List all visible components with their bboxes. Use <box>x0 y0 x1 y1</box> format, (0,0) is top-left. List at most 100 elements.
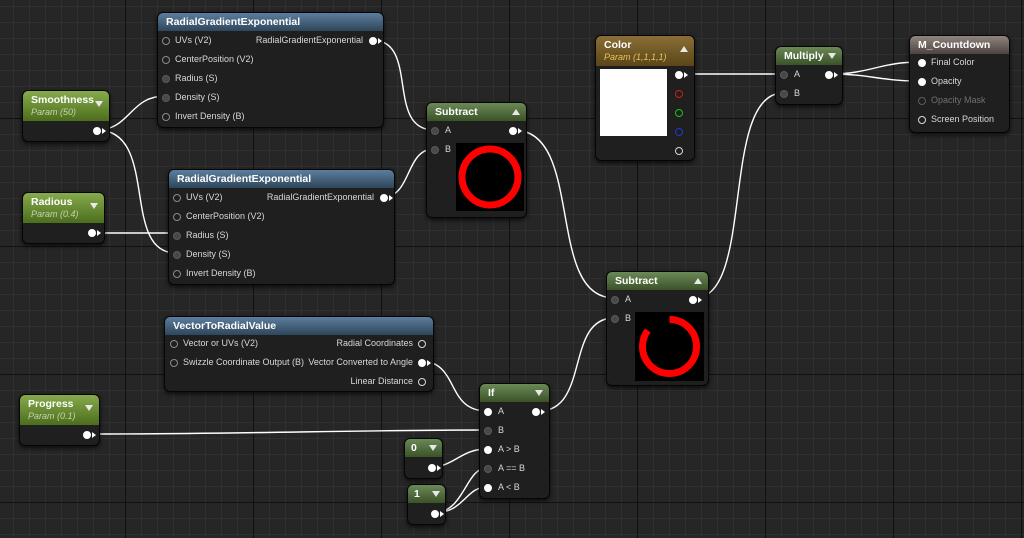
m-countdown-result-node[interactable]: M_Countdown Final Color Opacity Opacity … <box>909 35 1010 133</box>
collapse-arrow-icon[interactable] <box>512 109 520 115</box>
subtract-node-1[interactable]: Subtract A B <box>426 102 527 218</box>
collapse-arrow-icon[interactable] <box>680 46 688 52</box>
density-input-pin[interactable] <box>162 94 170 102</box>
pin-label-invert-density: Invert Density (B) <box>175 111 245 121</box>
wire-multiply-to-final-color <box>829 61 921 75</box>
color-param-node[interactable]: Color Param (1,1,1,1) <box>595 35 695 161</box>
node-title: VectorToRadialValue <box>165 317 433 335</box>
rge-top-node[interactable]: RadialGradientExponential UVs (V2) Cente… <box>157 12 384 128</box>
wire-smoothness-to-rge-mid-density <box>96 129 177 254</box>
b-input-pin[interactable] <box>484 427 492 435</box>
vector-uvs-input-pin[interactable] <box>170 340 178 348</box>
pin-label-b: B <box>794 88 801 98</box>
a-input-pin[interactable] <box>431 127 439 135</box>
constant-1-node[interactable]: 1 <box>407 484 446 525</box>
a-greater-b-input-pin[interactable] <box>484 446 492 454</box>
progress-param-node[interactable]: Progress Param (0.1) <box>19 394 100 446</box>
smoothness-param-node[interactable]: Smoothness Param (50) <box>22 90 110 142</box>
output-arrow-icon <box>427 360 431 366</box>
vector-to-radial-value-node[interactable]: VectorToRadialValue Vector or UVs (V2) S… <box>164 316 434 392</box>
vector-angle-output-pin[interactable] <box>418 359 426 367</box>
uvs-input-pin[interactable] <box>162 37 170 45</box>
output-pin[interactable] <box>369 37 377 45</box>
node-title: RadialGradientExponential <box>158 13 383 31</box>
rgb-output-pin[interactable] <box>675 71 683 79</box>
screen-position-input-pin[interactable] <box>918 116 926 124</box>
node-header: Radious Param (0.4) <box>23 193 104 223</box>
output-pin[interactable] <box>83 431 91 439</box>
pin-label-density: Density (S) <box>186 249 231 259</box>
a-input-pin[interactable] <box>780 71 788 79</box>
pin-label-vector-angle: Vector Converted to Angle <box>308 357 413 367</box>
output-pin[interactable] <box>93 127 101 135</box>
output-pin[interactable] <box>825 71 833 79</box>
rge-mid-node[interactable]: RadialGradientExponential UVs (V2) Cente… <box>168 169 395 285</box>
node-title: 0 <box>411 442 417 454</box>
b-input-pin[interactable] <box>780 90 788 98</box>
a-input-pin[interactable] <box>484 408 492 416</box>
output-pin[interactable] <box>428 464 436 472</box>
node-title-bar: If <box>480 384 549 402</box>
final-color-input-pin[interactable] <box>918 59 926 67</box>
collapse-arrow-icon[interactable] <box>85 405 93 411</box>
invert-density-input-pin[interactable] <box>173 270 181 278</box>
centerposition-input-pin[interactable] <box>162 56 170 64</box>
node-title: Smoothness <box>31 94 95 106</box>
opacity-mask-input-pin[interactable] <box>918 97 926 105</box>
radious-param-node[interactable]: Radious Param (0.4) <box>22 192 105 244</box>
subtract-node-2[interactable]: Subtract A B <box>606 271 709 386</box>
node-title: Radious <box>31 196 73 208</box>
opacity-input-pin[interactable] <box>918 78 926 86</box>
radius-input-pin[interactable] <box>162 75 170 83</box>
uvs-input-pin[interactable] <box>173 194 181 202</box>
collapse-arrow-icon[interactable] <box>828 53 836 59</box>
b-input-pin[interactable] <box>611 315 619 323</box>
ring-preview <box>456 143 524 211</box>
output-pin[interactable] <box>431 510 439 518</box>
pin-label-uvs: UVs (V2) <box>175 35 212 45</box>
b-input-pin[interactable] <box>431 146 439 154</box>
a-input-pin[interactable] <box>611 296 619 304</box>
output-pin[interactable] <box>509 127 517 135</box>
collapse-arrow-icon[interactable] <box>535 390 543 396</box>
ring-preview-circle <box>458 145 522 209</box>
radial-coordinates-output-pin[interactable] <box>418 340 426 348</box>
output-pin[interactable] <box>88 229 96 237</box>
node-title-bar: Subtract <box>427 103 526 121</box>
a-equals-b-input-pin[interactable] <box>484 465 492 473</box>
centerposition-input-pin[interactable] <box>173 213 181 221</box>
output-pin[interactable] <box>532 408 540 416</box>
collapse-arrow-icon[interactable] <box>432 491 440 497</box>
constant-0-node[interactable]: 0 <box>404 438 443 479</box>
red-output-pin[interactable] <box>675 90 683 98</box>
output-arrow-icon <box>378 38 382 44</box>
node-title: M_Countdown <box>910 36 1009 54</box>
alpha-output-pin[interactable] <box>675 147 683 155</box>
pin-label-final-color: Final Color <box>931 57 975 67</box>
blue-output-pin[interactable] <box>675 128 683 136</box>
partial-ring-arc <box>639 316 700 377</box>
output-arrow-icon <box>92 432 96 438</box>
density-input-pin[interactable] <box>173 251 181 259</box>
color-swatch-preview <box>600 69 667 136</box>
green-output-pin[interactable] <box>675 109 683 117</box>
pin-label-b: B <box>498 425 505 435</box>
node-header: Color Param (1,1,1,1) <box>596 36 694 66</box>
output-pin[interactable] <box>689 296 697 304</box>
pin-label-linear-distance: Linear Distance <box>350 376 413 386</box>
linear-distance-output-pin[interactable] <box>418 378 426 386</box>
radius-input-pin[interactable] <box>173 232 181 240</box>
invert-density-input-pin[interactable] <box>162 113 170 121</box>
node-subtitle: Param (1,1,1,1) <box>604 52 667 62</box>
collapse-arrow-icon[interactable] <box>90 203 98 209</box>
node-subtitle: Param (0.1) <box>28 411 76 421</box>
collapse-arrow-icon[interactable] <box>429 445 437 451</box>
a-less-b-input-pin[interactable] <box>484 484 492 492</box>
multiply-node[interactable]: Multiply A B <box>775 46 843 105</box>
swizzle-input-pin[interactable] <box>170 359 178 367</box>
output-arrow-icon <box>518 128 522 134</box>
if-node[interactable]: If A B A > B A == B A < B <box>479 383 550 499</box>
output-pin[interactable] <box>380 194 388 202</box>
collapse-arrow-icon[interactable] <box>694 278 702 284</box>
collapse-arrow-icon[interactable] <box>95 101 103 107</box>
